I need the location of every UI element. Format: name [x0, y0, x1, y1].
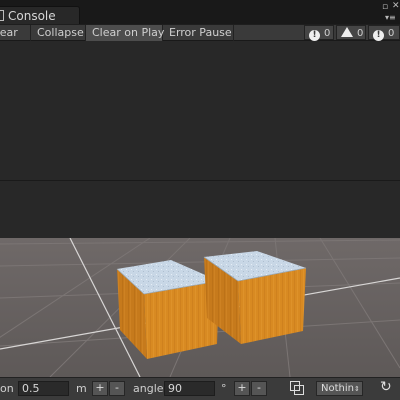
console-log-list[interactable]: [0, 41, 400, 180]
collapse-button-label: Collapse: [37, 26, 84, 39]
angle-snap-input[interactable]: 90: [164, 381, 215, 396]
info-icon: !: [309, 30, 320, 41]
angle-decrease-button[interactable]: -: [251, 381, 267, 396]
layer-dropdown-value: Nothin: [321, 383, 354, 394]
clear-on-play-button-label: Clear on Play: [92, 26, 165, 39]
error-pause-button-label: Error Pause: [169, 26, 232, 39]
warning-count: 0: [357, 28, 364, 39]
tab-console-label: Console: [8, 9, 56, 23]
position-decrease-button[interactable]: -: [109, 381, 125, 396]
clear-on-play-button[interactable]: Clear on Play: [86, 25, 165, 41]
error-count: 0: [388, 28, 395, 39]
window-titlebar: Console ▫ ✕ ▾≡: [0, 0, 400, 24]
console-tab-icon: [0, 10, 4, 21]
console-detail-pane[interactable]: [0, 180, 400, 238]
dropdown-arrow-icon: ⇕: [353, 385, 360, 393]
position-increase-button[interactable]: +: [92, 381, 108, 396]
position-snap-label: on: [0, 382, 14, 395]
error-icon: !: [373, 30, 384, 41]
collapse-button[interactable]: Collapse: [31, 25, 86, 41]
refresh-icon[interactable]: ↻: [380, 379, 392, 395]
console-toolbar: Clear Collapse Clear on Play Error Pause…: [0, 24, 400, 41]
error-count-toggle[interactable]: ! 0: [368, 25, 400, 41]
snap-settings-bar: on 0.5 m + - angle 90 ° + - Nothin⇕ ↻: [0, 377, 400, 400]
position-snap-input[interactable]: 0.5: [18, 381, 69, 396]
clear-button-label: Clear: [0, 26, 18, 39]
position-unit-label: m: [76, 382, 87, 395]
layer-dropdown[interactable]: Nothin⇕: [316, 381, 363, 396]
close-icon[interactable]: ✕: [392, 2, 400, 11]
panel-menu-icon[interactable]: ▾≡: [385, 13, 396, 22]
scene-viewport[interactable]: [0, 238, 400, 377]
maximize-icon[interactable]: ▫: [382, 3, 388, 12]
angle-snap-label: angle: [133, 382, 164, 395]
clear-button[interactable]: Clear: [0, 25, 31, 41]
angle-increase-button[interactable]: +: [234, 381, 250, 396]
snap-pivot-icon[interactable]: [290, 381, 304, 395]
angle-unit-label: °: [221, 382, 227, 395]
info-count: 0: [324, 28, 331, 39]
scene-view[interactable]: [0, 238, 400, 377]
tab-console[interactable]: Console: [0, 6, 80, 24]
info-count-toggle[interactable]: ! 0: [304, 25, 334, 41]
warning-icon: [341, 27, 353, 37]
warning-count-toggle[interactable]: 0: [336, 25, 366, 40]
error-pause-button[interactable]: Error Pause: [163, 25, 234, 41]
